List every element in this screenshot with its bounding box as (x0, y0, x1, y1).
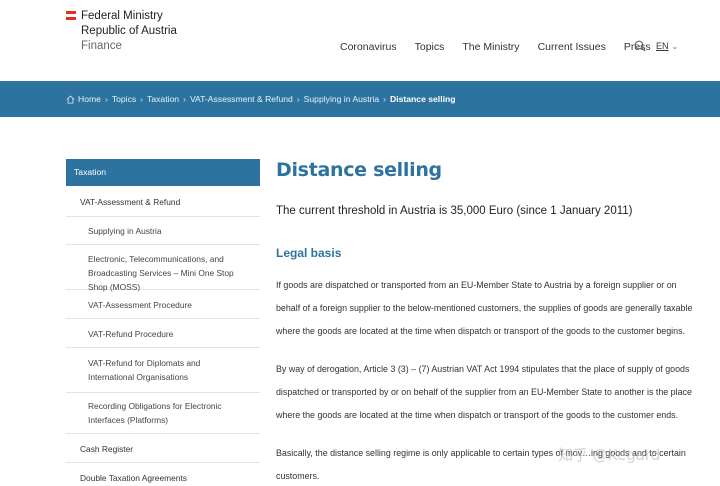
home-icon[interactable] (66, 95, 75, 104)
sidebar-item-double-taxation[interactable]: Double Taxation Agreements (66, 463, 260, 486)
nav-coronavirus[interactable]: Coronavirus (340, 41, 397, 53)
sidebar-item-supplying-in-austria[interactable]: Supplying in Austria (66, 217, 260, 245)
logo-line-3: Finance (81, 40, 122, 52)
sidebar-nav: Taxation VAT-Assessment & Refund Supplyi… (66, 159, 260, 486)
breadcrumb-separator-icon: › (296, 94, 300, 104)
breadcrumb-vat-assessment[interactable]: VAT-Assessment & Refund (190, 94, 293, 104)
sidebar-item-recording-obligations[interactable]: Recording Obligations for Electronic Int… (66, 393, 260, 434)
breadcrumb-separator-icon: › (104, 94, 108, 104)
sidebar-item-moss[interactable]: Electronic, Telecommunications, and Broa… (66, 245, 260, 292)
main-content: Distance selling The current threshold i… (276, 159, 706, 481)
nav-current-issues[interactable]: Current Issues (538, 41, 606, 53)
language-label: EN (656, 41, 669, 51)
site-header: Federal Ministry Republic of Austria Fin… (0, 0, 720, 81)
breadcrumb-bar: Home › Topics › Taxation › VAT-Assessmen… (0, 81, 720, 117)
austria-flag-icon (66, 11, 76, 20)
page-title: Distance selling (276, 159, 442, 181)
breadcrumb-home[interactable]: Home (78, 94, 101, 104)
logo-line-1: Federal Ministry (81, 10, 163, 22)
nav-the-ministry[interactable]: The Ministry (462, 41, 519, 53)
paragraph-derogation: By way of derogation, Article 3 (3) – (7… (276, 364, 692, 420)
sidebar-item-vat-refund-procedure[interactable]: VAT-Refund Procedure (66, 319, 260, 348)
logo-line-2: Republic of Austria (81, 25, 177, 37)
breadcrumb-separator-icon: › (140, 94, 144, 104)
nav-topics[interactable]: Topics (415, 41, 445, 53)
paragraph-dispatch: If goods are dispatched or transported f… (276, 280, 693, 336)
legal-basis-heading: Legal basis (276, 246, 342, 260)
breadcrumb-taxation[interactable]: Taxation (147, 94, 179, 104)
logo-text: Federal Ministry Republic of Austria Fin… (81, 9, 201, 54)
breadcrumb-topics[interactable]: Topics (112, 94, 136, 104)
sidebar-item-vat-refund-diplomats[interactable]: VAT-Refund for Diplomats and Internation… (66, 348, 260, 393)
language-selector[interactable]: EN ⌄ (656, 41, 678, 51)
breadcrumb-supplying-in-austria[interactable]: Supplying in Austria (304, 94, 379, 104)
main-nav: Coronavirus Topics The Ministry Current … (340, 41, 651, 53)
threshold-statement: The current threshold in Austria is 35,0… (276, 205, 633, 217)
breadcrumb-current: Distance selling (390, 94, 456, 104)
sidebar-item-taxation[interactable]: Taxation (66, 159, 260, 186)
sidebar-item-cash-register[interactable]: Cash Register (66, 434, 260, 463)
sidebar-item-vat-assessment-procedure[interactable]: VAT-Assessment Procedure (66, 290, 260, 319)
breadcrumb-separator-icon: › (383, 94, 387, 104)
search-icon[interactable] (634, 40, 646, 52)
breadcrumb: Home › Topics › Taxation › VAT-Assessmen… (66, 94, 455, 104)
breadcrumb-separator-icon: › (183, 94, 186, 104)
watermark: 知乎 @Kegard (558, 446, 661, 464)
chevron-down-icon: ⌄ (671, 42, 679, 51)
sidebar-item-vat-assessment-refund[interactable]: VAT-Assessment & Refund (66, 186, 260, 217)
